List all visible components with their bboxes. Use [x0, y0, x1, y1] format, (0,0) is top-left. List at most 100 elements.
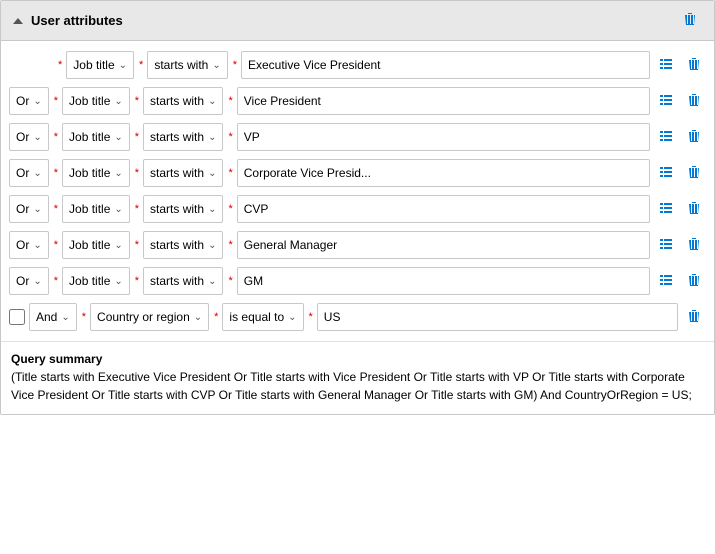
- row-checkbox[interactable]: [9, 309, 25, 325]
- operator-req: *: [135, 95, 139, 107]
- value-input[interactable]: [237, 267, 650, 295]
- filter-row: * Job title ⌄ * starts with ⌄ *: [9, 47, 706, 83]
- field-caret: ⌄: [114, 204, 122, 215]
- value-input[interactable]: [237, 195, 650, 223]
- field-req: *: [54, 95, 58, 107]
- list-svg: [658, 272, 674, 288]
- value-req: *: [228, 239, 232, 251]
- prefix-select[interactable]: Or ⌄: [9, 267, 49, 295]
- prefix-select[interactable]: Or ⌄: [9, 87, 49, 115]
- prefix-select[interactable]: Or ⌄: [9, 123, 49, 151]
- row-delete-icon[interactable]: [682, 90, 706, 113]
- trash-svg-row: [686, 272, 702, 288]
- operator-label: starts with: [150, 130, 204, 144]
- value-req: *: [228, 203, 232, 215]
- list-icon[interactable]: [654, 198, 678, 221]
- prefix-caret: ⌄: [33, 276, 41, 287]
- query-summary-label: Query summary: [11, 352, 102, 366]
- last-filter-row: And ⌄ * Country or region ⌄ * is equal t…: [9, 299, 706, 335]
- list-icon[interactable]: [654, 126, 678, 149]
- field-label: Job title: [69, 130, 110, 144]
- field-req: *: [54, 131, 58, 143]
- last-operator-select[interactable]: is equal to ⌄: [222, 303, 303, 331]
- last-row-delete-icon[interactable]: [682, 306, 706, 329]
- operator-caret: ⌄: [208, 204, 216, 215]
- last-operator-caret: ⌄: [288, 312, 296, 323]
- last-prefix-select[interactable]: And ⌄: [29, 303, 77, 331]
- operator-select[interactable]: starts with ⌄: [143, 123, 223, 151]
- value-input[interactable]: [237, 159, 650, 187]
- value-req: *: [233, 59, 237, 71]
- query-summary-text: (Title starts with Executive Vice Presid…: [11, 370, 692, 402]
- field-req: *: [54, 167, 58, 179]
- last-field-req: *: [82, 311, 86, 323]
- prefix-caret: ⌄: [33, 168, 41, 179]
- section-delete-icon[interactable]: [678, 9, 702, 32]
- list-icon[interactable]: [654, 54, 678, 77]
- trash-svg-row: [686, 56, 702, 72]
- field-select[interactable]: Job title ⌄: [62, 195, 130, 223]
- value-input[interactable]: [237, 123, 650, 151]
- last-field-select[interactable]: Country or region ⌄: [90, 303, 209, 331]
- prefix-select[interactable]: Or ⌄: [9, 231, 49, 259]
- section-header-left: User attributes: [13, 13, 123, 28]
- last-value-input[interactable]: [317, 303, 678, 331]
- operator-label: starts with: [150, 202, 204, 216]
- list-icon[interactable]: [654, 90, 678, 113]
- operator-select[interactable]: starts with ⌄: [143, 267, 223, 295]
- field-req: *: [54, 239, 58, 251]
- field-label: Job title: [73, 58, 114, 72]
- field-select[interactable]: Job title ⌄: [62, 159, 130, 187]
- value-input[interactable]: [237, 87, 650, 115]
- row-delete-icon[interactable]: [682, 234, 706, 257]
- operator-select[interactable]: starts with ⌄: [143, 87, 223, 115]
- row-delete-icon[interactable]: [682, 162, 706, 185]
- filter-row: Or ⌄ * Job title ⌄ * starts with ⌄ *: [9, 83, 706, 119]
- filter-row: Or ⌄ * Job title ⌄ * starts with ⌄ *: [9, 155, 706, 191]
- row-delete-icon[interactable]: [682, 126, 706, 149]
- filter-row: Or ⌄ * Job title ⌄ * starts with ⌄ *: [9, 263, 706, 299]
- operator-select[interactable]: starts with ⌄: [143, 159, 223, 187]
- field-label: Job title: [69, 274, 110, 288]
- row-delete-icon[interactable]: [682, 198, 706, 221]
- prefix-label: Or: [16, 130, 29, 144]
- list-icon[interactable]: [654, 162, 678, 185]
- field-select[interactable]: Job title ⌄: [62, 87, 130, 115]
- field-select[interactable]: Job title ⌄: [62, 267, 130, 295]
- prefix-label: Or: [16, 166, 29, 180]
- prefix-select[interactable]: Or ⌄: [9, 195, 49, 223]
- field-req: *: [54, 203, 58, 215]
- field-select[interactable]: Job title ⌄: [66, 51, 134, 79]
- operator-select[interactable]: starts with ⌄: [147, 51, 227, 79]
- operator-label: starts with: [150, 274, 204, 288]
- operator-label: starts with: [154, 58, 208, 72]
- field-label: Job title: [69, 238, 110, 252]
- row-delete-icon[interactable]: [682, 54, 706, 77]
- trash-svg-section: [682, 11, 698, 27]
- operator-select[interactable]: starts with ⌄: [143, 195, 223, 223]
- row-delete-icon[interactable]: [682, 270, 706, 293]
- operator-caret: ⌄: [208, 96, 216, 107]
- list-icon[interactable]: [654, 270, 678, 293]
- prefix-caret: ⌄: [33, 240, 41, 251]
- field-caret: ⌄: [114, 168, 122, 179]
- field-select[interactable]: Job title ⌄: [62, 231, 130, 259]
- value-input[interactable]: [237, 231, 650, 259]
- operator-req: *: [135, 239, 139, 251]
- field-select[interactable]: Job title ⌄: [62, 123, 130, 151]
- section-header: User attributes: [1, 1, 714, 41]
- operator-label: starts with: [150, 238, 204, 252]
- operator-req: *: [135, 167, 139, 179]
- collapse-icon[interactable]: [13, 18, 23, 24]
- list-svg: [658, 128, 674, 144]
- value-input[interactable]: [241, 51, 650, 79]
- field-caret: ⌄: [114, 96, 122, 107]
- section-title: User attributes: [31, 13, 123, 28]
- query-summary-section: Query summary (Title starts with Executi…: [1, 341, 714, 414]
- operator-select[interactable]: starts with ⌄: [143, 231, 223, 259]
- last-prefix-caret: ⌄: [61, 312, 69, 323]
- prefix-select[interactable]: Or ⌄: [9, 159, 49, 187]
- list-icon[interactable]: [654, 234, 678, 257]
- operator-req: *: [135, 203, 139, 215]
- value-req: *: [228, 275, 232, 287]
